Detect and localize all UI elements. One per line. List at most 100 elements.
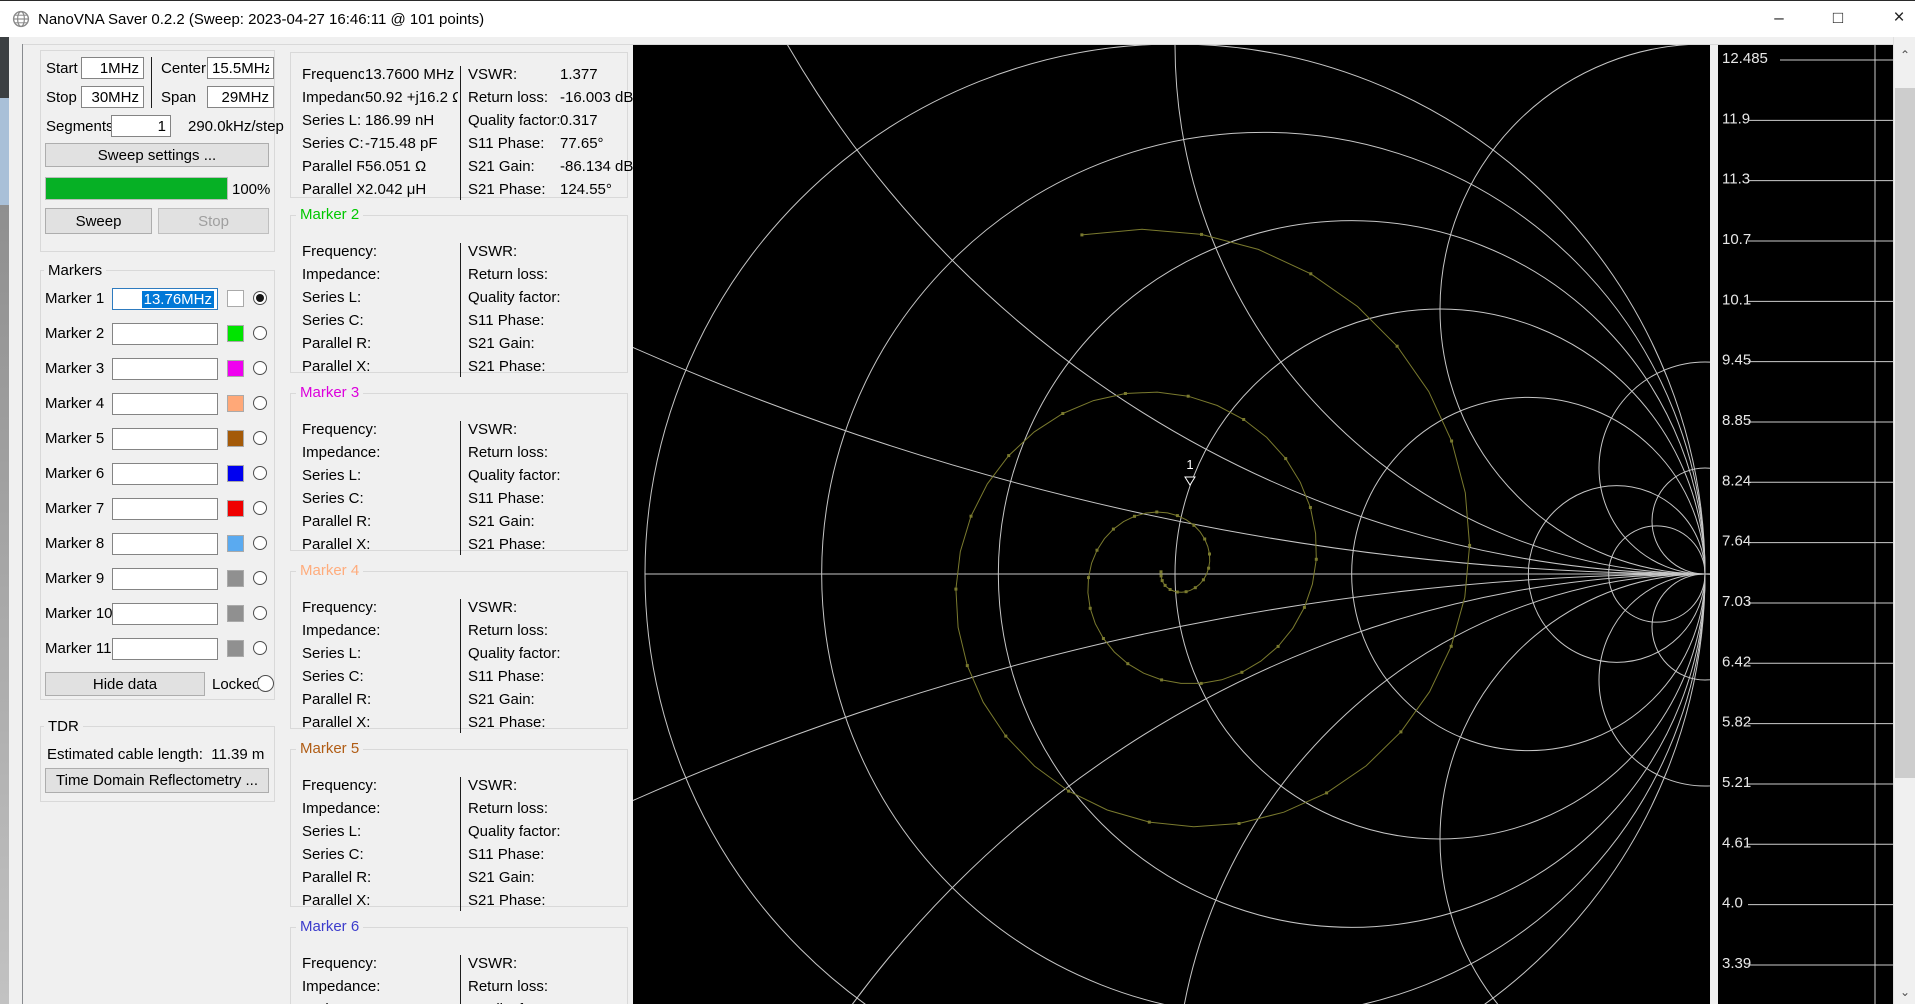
title-bar[interactable]: NanoVNA Saver 0.2.2 (Sweep: 2023-04-27 1… xyxy=(0,0,1915,37)
s11-trace-point xyxy=(1175,514,1179,518)
s11-trace-point xyxy=(1201,578,1205,582)
marker-data-divider xyxy=(460,421,461,555)
marker-field-label: S11 Phase: xyxy=(468,668,545,685)
marker-field-value: 13.7600 MHz xyxy=(365,66,455,83)
marker-row-label: Marker 3 xyxy=(45,360,105,377)
marker-color-swatch[interactable] xyxy=(227,605,244,622)
marker-color-swatch[interactable] xyxy=(227,640,244,657)
marker-frequency-input[interactable] xyxy=(112,603,218,625)
marker-field-label: Quality factor: xyxy=(468,645,561,662)
right-chart-tick-label: 7.03 xyxy=(1722,593,1751,610)
marker-field-label: S21 Phase: xyxy=(468,358,546,375)
marker-field-label: S11 Phase: xyxy=(468,312,545,329)
sweep-button[interactable]: Sweep xyxy=(45,208,152,234)
s11-smith-chart[interactable]: 1 xyxy=(633,45,1710,1004)
marker-select-radio[interactable] xyxy=(253,641,267,655)
maximize-button[interactable]: □ xyxy=(1815,0,1861,36)
tdr-button[interactable]: Time Domain Reflectometry ... xyxy=(45,768,269,793)
marker-frequency-input[interactable] xyxy=(112,358,218,380)
s11-trace-point xyxy=(1007,454,1011,458)
nanovna-saver-window: NanoVNA Saver 0.2.2 (Sweep: 2023-04-27 1… xyxy=(0,0,1915,1004)
stop-input[interactable] xyxy=(81,86,144,108)
marker-frequency-input[interactable]: 13.76MHz xyxy=(112,288,218,310)
marker-field-label: Impedance: xyxy=(302,444,381,461)
marker-color-swatch[interactable] xyxy=(227,430,244,447)
marker-select-radio[interactable] xyxy=(253,361,267,375)
marker-color-swatch[interactable] xyxy=(227,360,244,377)
right-chart-tick-label: 9.45 xyxy=(1722,352,1751,369)
marker-field-label: VSWR: xyxy=(468,421,518,438)
marker-frequency-input[interactable] xyxy=(112,323,218,345)
s11-trace-point xyxy=(1184,590,1188,594)
s11-trace-point xyxy=(1284,457,1288,461)
start-input[interactable] xyxy=(81,57,144,79)
marker-select-radio[interactable] xyxy=(253,606,267,620)
s11-trace-point xyxy=(1160,579,1164,583)
marker-select-radio[interactable] xyxy=(253,396,267,410)
marker-frequency-input[interactable] xyxy=(112,393,218,415)
scroll-up-icon[interactable]: ⌃ xyxy=(1894,45,1915,65)
segments-input[interactable] xyxy=(111,115,171,137)
segments-label: Segments xyxy=(46,118,114,135)
marker-field-label: Impedance: xyxy=(302,266,381,283)
marker-frequency-input[interactable] xyxy=(112,533,218,555)
marker-field-label: Parallel X: xyxy=(302,714,371,731)
marker-field-label: Frequency: xyxy=(302,421,378,438)
stop-sweep-button[interactable]: Stop xyxy=(158,208,269,234)
marker-field-label: Return loss: xyxy=(468,800,549,817)
marker-field-label: Parallel R: xyxy=(302,335,372,352)
marker-color-swatch[interactable] xyxy=(227,290,244,307)
s11-trace-point xyxy=(1147,820,1151,824)
locked-checkbox[interactable] xyxy=(257,675,274,692)
marker-select-radio[interactable] xyxy=(253,326,267,340)
marker-color-swatch[interactable] xyxy=(227,325,244,342)
marker-frequency-input[interactable] xyxy=(112,568,218,590)
radio-selected-dot xyxy=(256,294,264,302)
smith-chart-background xyxy=(633,45,1710,1004)
marker-frequency-input[interactable] xyxy=(112,428,218,450)
close-button[interactable]: × xyxy=(1876,0,1915,36)
scroll-down-icon[interactable]: ⌄ xyxy=(1894,982,1915,1002)
marker-field-label: Frequency: xyxy=(302,66,364,83)
marker-data-group-title: Marker 5 xyxy=(296,740,364,757)
marker-frequency-input[interactable] xyxy=(112,463,218,485)
marker-field-label: S21 Gain: xyxy=(468,869,535,886)
marker-field-label: Series L: xyxy=(302,112,362,129)
marker-select-radio[interactable] xyxy=(253,501,267,515)
hide-data-button[interactable]: Hide data xyxy=(45,672,205,696)
marker-field-label: S21 Phase: xyxy=(468,181,546,198)
marker-field-label: Return loss: xyxy=(468,266,549,283)
right-edge-chart[interactable]: 12.485 11.9 11.3 10.7 10.1 9.45 8.85 8.24 7.64 7.… xyxy=(1718,45,1893,1004)
marker-color-swatch[interactable] xyxy=(227,535,244,552)
marker-select-radio[interactable] xyxy=(253,536,267,550)
minimize-button[interactable]: – xyxy=(1756,0,1802,36)
marker-frequency-input[interactable] xyxy=(112,498,218,520)
marker-frequency-input[interactable] xyxy=(112,638,218,660)
marker-select-radio[interactable] xyxy=(253,291,267,305)
center-input[interactable] xyxy=(207,57,274,79)
s11-trace-point xyxy=(1302,605,1306,609)
marker-field-label: S21 Phase: xyxy=(468,536,546,553)
marker-color-swatch[interactable] xyxy=(227,395,244,412)
marker-color-swatch[interactable] xyxy=(227,570,244,587)
marker-color-swatch[interactable] xyxy=(227,500,244,517)
marker-row-label: Marker 6 xyxy=(45,465,105,482)
s11-trace-point xyxy=(969,514,973,518)
s11-trace-point xyxy=(1186,394,1190,398)
marker-row-label: Marker 11 xyxy=(45,640,112,657)
marker-select-radio[interactable] xyxy=(253,466,267,480)
marker-field-label: Return loss: xyxy=(468,89,549,106)
span-input[interactable] xyxy=(207,86,274,108)
marker-field-value: 0.317 xyxy=(560,112,598,129)
vertical-scrollbar[interactable]: ⌃ ⌄ xyxy=(1893,37,1915,1004)
marker-color-swatch[interactable] xyxy=(227,465,244,482)
marker-select-radio[interactable] xyxy=(253,571,267,585)
s11-trace-point xyxy=(1208,552,1211,556)
marker-select-radio[interactable] xyxy=(253,431,267,445)
scrollbar-thumb[interactable] xyxy=(1895,88,1915,778)
s11-trace-point xyxy=(1101,637,1105,640)
sweep-settings-button[interactable]: Sweep settings ... xyxy=(45,143,269,167)
marker-field-label: Impedance: xyxy=(302,978,381,995)
marker-field-label: Parallel X: xyxy=(302,181,364,198)
s11-trace-point xyxy=(1080,233,1084,237)
